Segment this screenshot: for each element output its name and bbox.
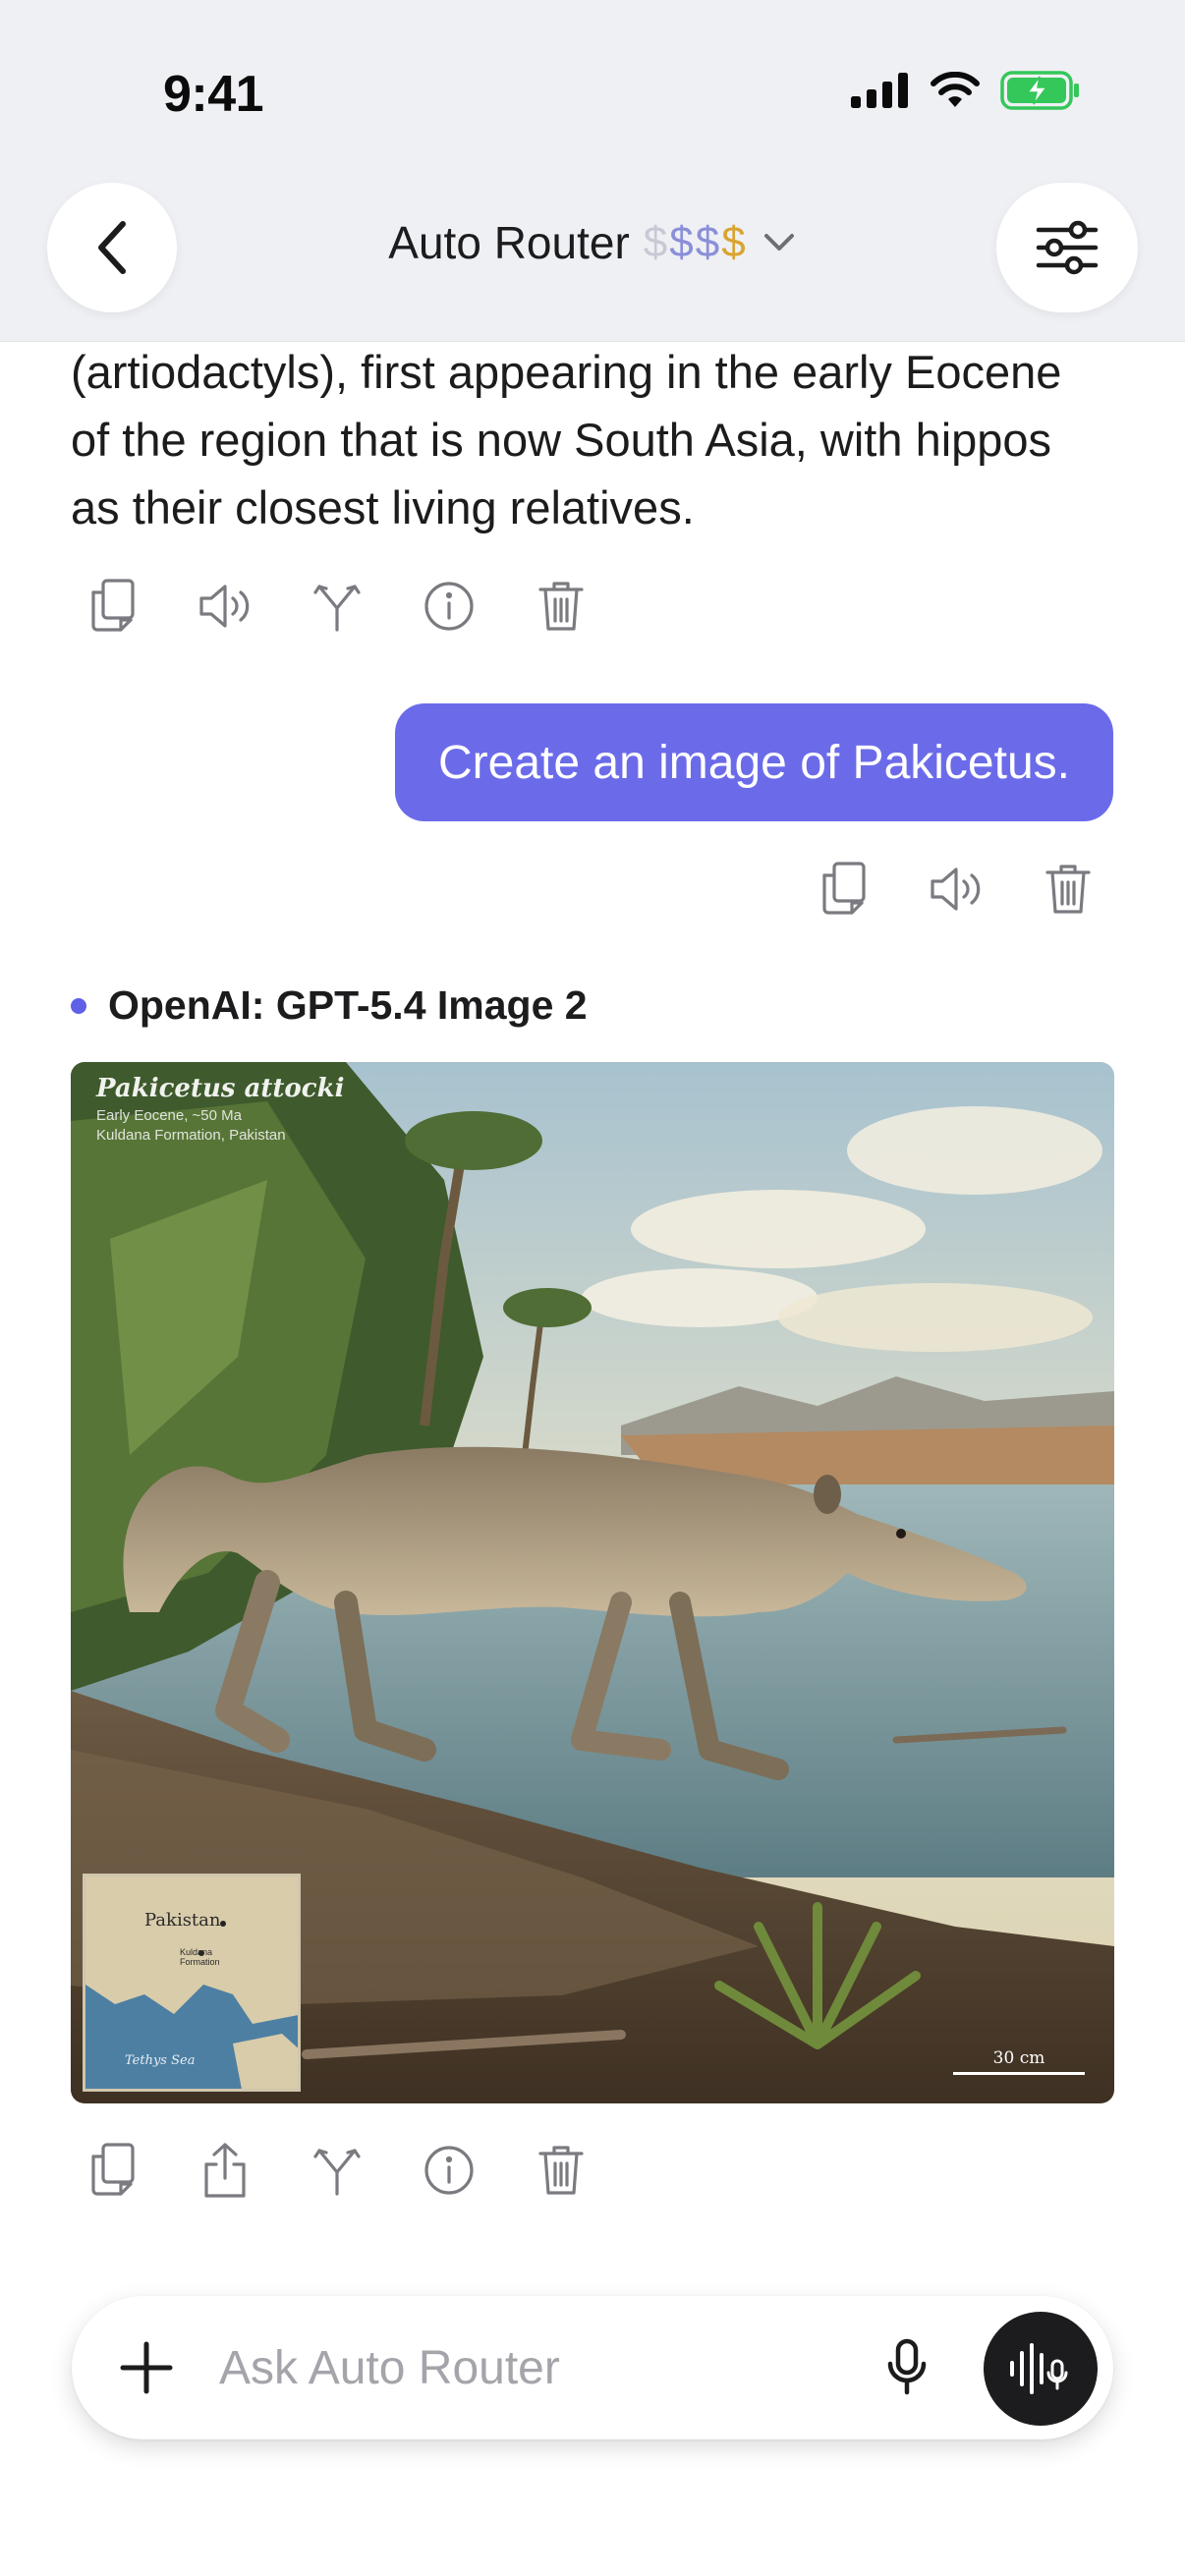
trash-icon bbox=[1045, 865, 1091, 914]
branch-button[interactable] bbox=[281, 2126, 393, 2214]
battery-charging-icon bbox=[1000, 71, 1079, 110]
cellular-signal-icon bbox=[851, 73, 908, 108]
info-button[interactable] bbox=[393, 562, 505, 650]
voice-mode-button[interactable] bbox=[984, 2312, 1098, 2426]
delete-button[interactable] bbox=[1012, 845, 1124, 933]
assistant-message-text: (artiodactyls), first appearing in the e… bbox=[71, 346, 1062, 533]
copy-button[interactable] bbox=[788, 845, 900, 933]
share-button[interactable] bbox=[169, 2126, 281, 2214]
branch-icon bbox=[313, 2149, 361, 2196]
copy-icon bbox=[91, 2143, 135, 2196]
header-title: Auto Router bbox=[388, 217, 630, 268]
map-site-label: Kuldana Formation bbox=[180, 1947, 220, 1967]
image-caption-line-1: Early Eocene, ~50 Ma bbox=[96, 1107, 243, 1124]
message-input[interactable] bbox=[219, 2328, 887, 2407]
branch-icon bbox=[313, 585, 361, 632]
map-inset: Pakistan Kuldana Formation Tethys Sea bbox=[83, 1874, 301, 2092]
trash-icon bbox=[538, 582, 584, 631]
wifi-icon bbox=[931, 72, 980, 107]
image-caption-title: Pakicetus attocki bbox=[96, 1074, 345, 1103]
trash-icon bbox=[538, 2146, 584, 2195]
user-message-bubble: Create an image of Pakicetus. bbox=[394, 703, 1113, 821]
scale-bar: 30 cm bbox=[953, 2048, 1085, 2075]
user-actions bbox=[788, 845, 1124, 933]
status-time: 9:41 bbox=[163, 66, 264, 123]
info-icon bbox=[424, 2146, 474, 2195]
map-sea-label: Tethys Sea bbox=[125, 2053, 196, 2068]
generated-image[interactable]: Pakicetus attocki Early Eocene, ~50 Ma K… bbox=[71, 1062, 1114, 2103]
speaker-icon bbox=[931, 868, 981, 911]
branch-button[interactable] bbox=[281, 562, 393, 650]
read-aloud-button[interactable] bbox=[169, 562, 281, 650]
copy-icon bbox=[822, 862, 866, 915]
copy-icon bbox=[91, 579, 135, 632]
copy-button[interactable] bbox=[57, 562, 169, 650]
map-country-label: Pakistan bbox=[144, 1910, 221, 1931]
speaker-icon bbox=[199, 585, 250, 628]
status-icons bbox=[851, 71, 1081, 110]
settings-button[interactable] bbox=[996, 183, 1138, 312]
composer bbox=[72, 2296, 1113, 2439]
model-status-dot bbox=[71, 997, 86, 1014]
price-tier-4: $ bbox=[721, 218, 748, 266]
image-caption-line-2: Kuldana Formation, Pakistan bbox=[96, 1127, 286, 1144]
scale-label: 30 cm bbox=[992, 2048, 1045, 2068]
microphone-icon bbox=[887, 2338, 927, 2395]
assistant-actions bbox=[57, 562, 617, 650]
header: 9:41 Auto Router $$$$ bbox=[0, 0, 1185, 342]
attach-button[interactable] bbox=[107, 2328, 186, 2407]
info-button[interactable] bbox=[393, 2126, 505, 2214]
sliders-icon bbox=[1036, 220, 1099, 275]
scale-line bbox=[953, 2072, 1085, 2075]
model-name: OpenAI: GPT-5.4 Image 2 bbox=[108, 982, 588, 1028]
plus-icon bbox=[120, 2341, 173, 2394]
chevron-down-icon bbox=[763, 234, 794, 251]
voice-mode-icon bbox=[1010, 2343, 1068, 2394]
model-label: OpenAI: GPT-5.4 Image 2 bbox=[71, 982, 588, 1029]
read-aloud-button[interactable] bbox=[900, 845, 1012, 933]
info-icon bbox=[424, 582, 474, 631]
delete-button[interactable] bbox=[505, 2126, 617, 2214]
delete-button[interactable] bbox=[505, 562, 617, 650]
copy-button[interactable] bbox=[57, 2126, 169, 2214]
price-tier-1: $ bbox=[643, 218, 670, 266]
price-tier: $$$$ bbox=[644, 218, 748, 267]
price-tier-2: $ bbox=[669, 218, 696, 266]
image-actions bbox=[57, 2126, 617, 2214]
dictation-button[interactable] bbox=[868, 2328, 946, 2407]
price-tier-3: $ bbox=[695, 218, 722, 266]
share-icon bbox=[204, 2143, 246, 2198]
